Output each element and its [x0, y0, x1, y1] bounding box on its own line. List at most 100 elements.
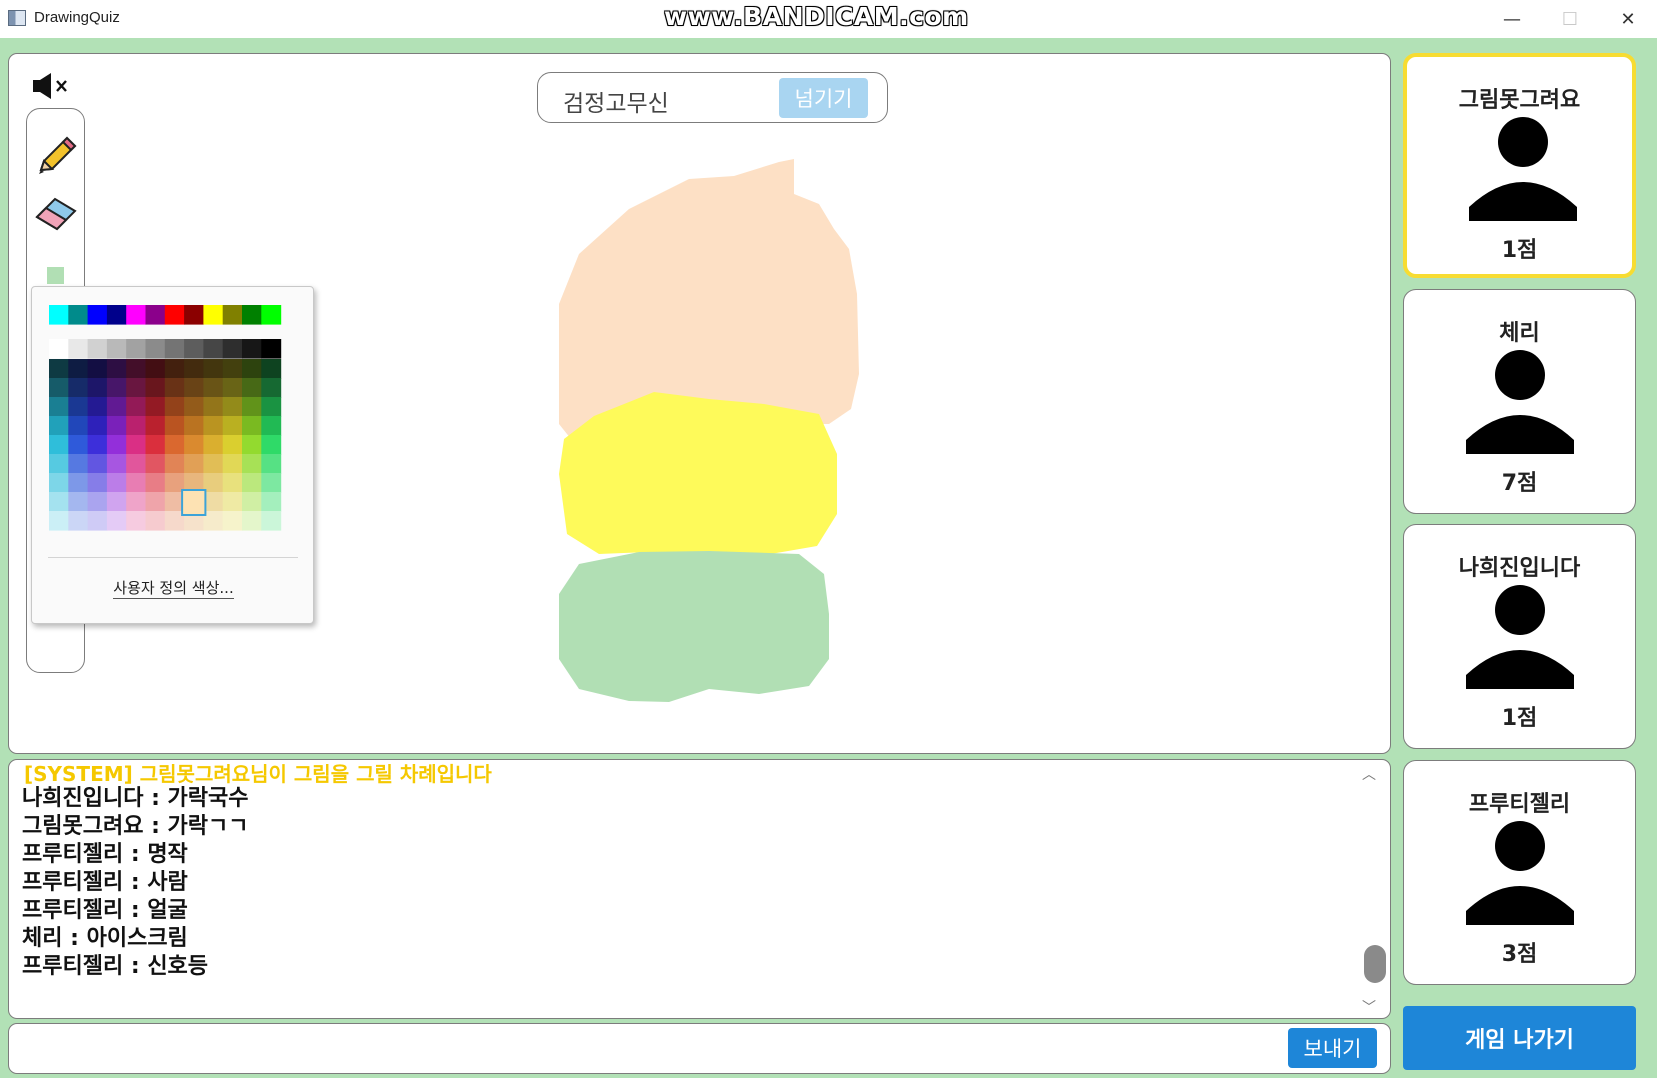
- palette-swatch[interactable]: [261, 378, 282, 398]
- palette-swatch[interactable]: [203, 454, 224, 474]
- minimize-button[interactable]: —: [1484, 0, 1540, 38]
- palette-swatch[interactable]: [87, 492, 108, 512]
- palette-swatch[interactable]: [203, 339, 224, 359]
- palette-swatch[interactable]: [242, 473, 262, 493]
- palette-swatch[interactable]: [222, 305, 243, 325]
- palette-swatch[interactable]: [87, 397, 108, 417]
- palette-swatch[interactable]: [222, 416, 243, 436]
- palette-swatch[interactable]: [49, 435, 69, 455]
- palette-swatch[interactable]: [87, 339, 108, 359]
- palette-swatch[interactable]: [126, 416, 147, 436]
- palette-swatch[interactable]: [87, 435, 108, 455]
- palette-swatch[interactable]: [106, 339, 127, 359]
- palette-swatch[interactable]: [222, 473, 243, 493]
- palette-swatch[interactable]: [126, 454, 147, 474]
- palette-swatch[interactable]: [164, 378, 185, 398]
- palette-swatch[interactable]: [106, 305, 127, 325]
- palette-swatch[interactable]: [126, 378, 147, 398]
- palette-swatch[interactable]: [106, 359, 127, 379]
- palette-swatch[interactable]: [203, 359, 224, 379]
- palette-swatch[interactable]: [106, 473, 127, 493]
- palette-swatch[interactable]: [242, 492, 262, 512]
- chat-input[interactable]: [8, 1023, 1391, 1074]
- palette-swatch[interactable]: [145, 492, 166, 512]
- palette-swatch[interactable]: [106, 492, 127, 512]
- palette-swatch[interactable]: [106, 378, 127, 398]
- palette-swatch[interactable]: [242, 435, 262, 455]
- palette-swatch[interactable]: [126, 359, 147, 379]
- palette-swatch[interactable]: [145, 473, 166, 493]
- palette-swatch[interactable]: [49, 416, 69, 436]
- palette-swatch[interactable]: [87, 511, 108, 531]
- palette-swatch[interactable]: [49, 492, 69, 512]
- color-palette-grid[interactable]: [32, 287, 315, 557]
- chat-log-panel[interactable]: [SYSTEM] 그림못그려요님이 그림을 그릴 차례입니다 나희진입니다 : …: [8, 759, 1391, 1019]
- palette-swatch[interactable]: [222, 492, 243, 512]
- palette-swatch[interactable]: [106, 454, 127, 474]
- palette-selected-swatch[interactable]: [181, 489, 207, 516]
- close-button[interactable]: ✕: [1600, 0, 1656, 38]
- palette-swatch[interactable]: [126, 511, 147, 531]
- palette-swatch[interactable]: [68, 416, 89, 436]
- drawing-canvas-panel[interactable]: 검정고무신 넘기기 사용자 정의 색상...: [8, 53, 1391, 754]
- palette-swatch[interactable]: [261, 397, 282, 417]
- current-color-swatch[interactable]: [47, 267, 64, 284]
- palette-swatch[interactable]: [106, 416, 127, 436]
- palette-swatch[interactable]: [261, 339, 282, 359]
- palette-swatch[interactable]: [184, 359, 204, 379]
- palette-swatch[interactable]: [261, 492, 282, 512]
- palette-swatch[interactable]: [145, 339, 166, 359]
- palette-swatch[interactable]: [203, 416, 224, 436]
- palette-swatch[interactable]: [68, 339, 89, 359]
- palette-swatch[interactable]: [87, 378, 108, 398]
- palette-swatch[interactable]: [203, 378, 224, 398]
- scroll-up-arrow-icon[interactable]: ︿: [1362, 764, 1376, 784]
- custom-color-link[interactable]: 사용자 정의 색상...: [32, 577, 315, 599]
- palette-swatch[interactable]: [87, 359, 108, 379]
- mute-icon[interactable]: [31, 71, 81, 101]
- palette-swatch[interactable]: [145, 359, 166, 379]
- palette-swatch[interactable]: [164, 305, 185, 325]
- palette-swatch[interactable]: [87, 454, 108, 474]
- palette-swatch[interactable]: [184, 339, 204, 359]
- palette-swatch[interactable]: [49, 339, 69, 359]
- palette-swatch[interactable]: [242, 378, 262, 398]
- chat-scrollbar-thumb[interactable]: [1364, 945, 1386, 983]
- palette-swatch[interactable]: [184, 397, 204, 417]
- palette-swatch[interactable]: [68, 305, 89, 325]
- palette-swatch[interactable]: [222, 378, 243, 398]
- palette-swatch[interactable]: [222, 511, 243, 531]
- palette-swatch[interactable]: [126, 473, 147, 493]
- palette-swatch[interactable]: [164, 435, 185, 455]
- palette-swatch[interactable]: [145, 454, 166, 474]
- palette-swatch[interactable]: [49, 473, 69, 493]
- palette-swatch[interactable]: [49, 511, 69, 531]
- palette-swatch[interactable]: [184, 454, 204, 474]
- palette-swatch[interactable]: [261, 454, 282, 474]
- palette-swatch[interactable]: [242, 305, 262, 325]
- palette-swatch[interactable]: [261, 305, 282, 325]
- palette-swatch[interactable]: [49, 397, 69, 417]
- palette-swatch[interactable]: [164, 416, 185, 436]
- palette-swatch[interactable]: [184, 378, 204, 398]
- palette-swatch[interactable]: [145, 378, 166, 398]
- palette-swatch[interactable]: [145, 511, 166, 531]
- palette-swatch[interactable]: [261, 416, 282, 436]
- palette-swatch[interactable]: [184, 435, 204, 455]
- palette-swatch[interactable]: [164, 454, 185, 474]
- palette-swatch[interactable]: [203, 435, 224, 455]
- palette-swatch[interactable]: [222, 454, 243, 474]
- palette-swatch[interactable]: [68, 492, 89, 512]
- scroll-down-arrow-icon[interactable]: ﹀: [1362, 997, 1376, 1017]
- palette-swatch[interactable]: [49, 454, 69, 474]
- palette-swatch[interactable]: [49, 305, 69, 325]
- palette-swatch[interactable]: [164, 359, 185, 379]
- palette-swatch[interactable]: [87, 473, 108, 493]
- palette-swatch[interactable]: [203, 397, 224, 417]
- palette-swatch[interactable]: [106, 511, 127, 531]
- palette-swatch[interactable]: [126, 397, 147, 417]
- palette-swatch[interactable]: [87, 416, 108, 436]
- palette-swatch[interactable]: [242, 416, 262, 436]
- palette-swatch[interactable]: [222, 397, 243, 417]
- palette-swatch[interactable]: [222, 339, 243, 359]
